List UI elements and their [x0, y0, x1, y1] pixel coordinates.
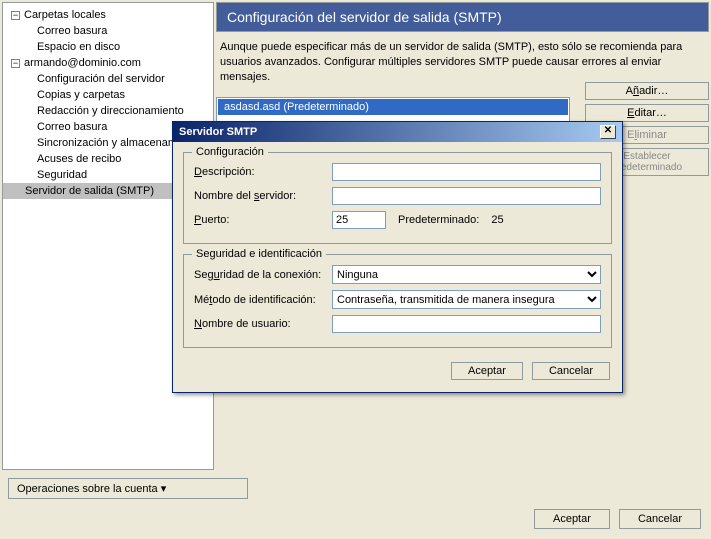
cancel-button[interactable]: Cancelar — [619, 509, 701, 529]
port-default-value: 25 — [491, 214, 503, 226]
username-label: Nombre de usuario: — [194, 318, 332, 330]
page-title: Configuración del servidor de salida (SM… — [216, 2, 709, 32]
collapse-icon[interactable]: − — [11, 59, 20, 68]
dialog-cancel-button[interactable]: Cancelar — [532, 362, 610, 380]
security-legend: Seguridad e identificación — [192, 248, 326, 260]
description-field[interactable] — [332, 163, 601, 181]
edit-button[interactable]: Editar… — [585, 104, 709, 122]
port-label: Puerto: — [194, 214, 332, 226]
smtp-server-dialog: Servidor SMTP ✕ Configuración Descripció… — [172, 121, 623, 393]
tree-item-copies[interactable]: Copias y carpetas — [3, 87, 213, 103]
account-ops-container: Operaciones sobre la cuenta ▾ — [8, 478, 248, 499]
dialog-ok-button[interactable]: Aceptar — [451, 362, 523, 380]
security-group: Seguridad e identificación Seguridad de … — [183, 254, 612, 348]
dialog-titlebar[interactable]: Servidor SMTP ✕ — [173, 122, 622, 142]
add-button[interactable]: Añadir… — [585, 82, 709, 100]
tree-item-disk[interactable]: Espacio en disco — [3, 39, 213, 55]
tree-item-junk[interactable]: Correo basura — [3, 23, 213, 39]
auth-method-label: Método de identificación: — [194, 294, 332, 306]
footer: Aceptar Cancelar — [528, 509, 701, 529]
dialog-title: Servidor SMTP — [179, 126, 257, 138]
tree-root-local[interactable]: −Carpetas locales — [3, 7, 213, 23]
config-group: Configuración Descripción: Nombre del se… — [183, 152, 612, 244]
list-item[interactable]: asdasd.asd (Predeterminado) — [218, 99, 568, 115]
auth-method-select[interactable]: Contraseña, transmitida de manera insegu… — [332, 290, 601, 309]
username-field[interactable] — [332, 315, 601, 333]
close-icon[interactable]: ✕ — [600, 125, 616, 139]
tree-item-composition[interactable]: Redacción y direccionamiento — [3, 103, 213, 119]
collapse-icon[interactable]: − — [11, 11, 20, 20]
server-name-label: Nombre del servidor: — [194, 190, 332, 202]
server-name-field[interactable] — [332, 187, 601, 205]
config-legend: Configuración — [192, 146, 268, 158]
connection-security-label: Seguridad de la conexión: — [194, 269, 332, 281]
tree-root-account[interactable]: −armando@dominio.com — [3, 55, 213, 71]
account-operations-button[interactable]: Operaciones sobre la cuenta ▾ — [8, 478, 248, 499]
connection-security-select[interactable]: Ninguna — [332, 265, 601, 284]
port-default-label: Predeterminado: — [398, 214, 479, 226]
description-label: Descripción: — [194, 166, 332, 178]
ok-button[interactable]: Aceptar — [534, 509, 610, 529]
tree-item-server-settings[interactable]: Configuración del servidor — [3, 71, 213, 87]
port-field[interactable] — [332, 211, 386, 229]
